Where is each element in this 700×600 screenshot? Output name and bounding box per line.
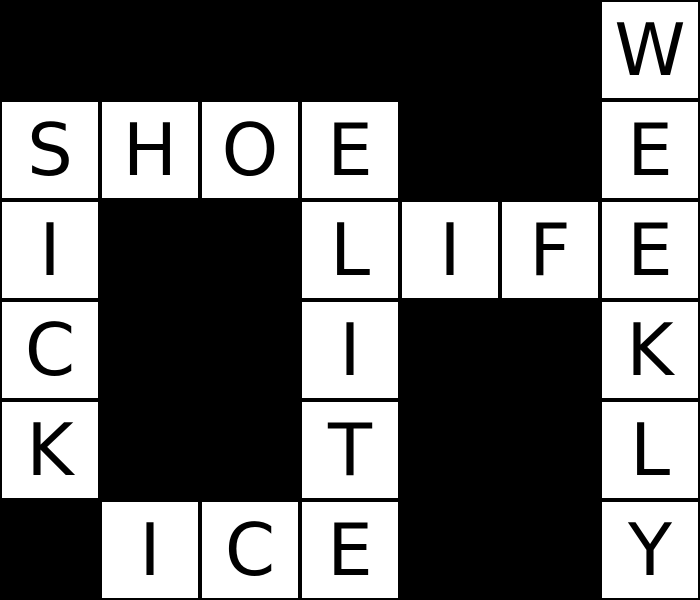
black-square (500, 300, 600, 400)
black-square (400, 500, 500, 600)
black-square (500, 400, 600, 500)
cell-letter: E (327, 508, 373, 592)
cell-letter: I (139, 508, 161, 592)
letter-cell[interactable]: S (0, 100, 100, 200)
cell-letter: L (629, 408, 671, 492)
cell-letter: S (27, 108, 73, 192)
black-square (200, 0, 300, 100)
cell-letter: F (529, 208, 571, 292)
cell-letter: T (328, 408, 372, 492)
cell-letter: C (224, 508, 276, 592)
letter-cell[interactable]: C (200, 500, 300, 600)
letter-cell[interactable]: C (0, 300, 100, 400)
black-square (400, 100, 500, 200)
letter-cell[interactable]: I (400, 200, 500, 300)
cell-letter: K (626, 308, 674, 392)
black-square (400, 0, 500, 100)
black-square (200, 300, 300, 400)
black-square (100, 400, 200, 500)
letter-cell[interactable]: E (600, 100, 700, 200)
black-square (500, 100, 600, 200)
cell-letter: E (327, 108, 373, 192)
black-square (200, 200, 300, 300)
letter-cell[interactable]: I (300, 300, 400, 400)
letter-cell[interactable]: E (300, 100, 400, 200)
cell-letter: E (627, 108, 673, 192)
cell-letter: K (26, 408, 74, 492)
black-square (400, 300, 500, 400)
black-square (100, 0, 200, 100)
crossword-grid: WSHOEEILIFECIKKTLICEY (0, 0, 700, 600)
cell-letter: E (627, 208, 673, 292)
letter-cell[interactable]: I (100, 500, 200, 600)
cell-letter: H (122, 108, 178, 192)
letter-cell[interactable]: F (500, 200, 600, 300)
cell-letter: O (221, 108, 279, 192)
black-square (100, 200, 200, 300)
cell-letter: I (39, 208, 61, 292)
black-square (0, 0, 100, 100)
letter-cell[interactable]: L (600, 400, 700, 500)
letter-cell[interactable]: E (600, 200, 700, 300)
black-square (100, 300, 200, 400)
letter-cell[interactable]: W (600, 0, 700, 100)
black-square (400, 400, 500, 500)
letter-cell[interactable]: K (0, 400, 100, 500)
black-square (200, 400, 300, 500)
letter-cell[interactable]: I (0, 200, 100, 300)
cell-letter: I (439, 208, 461, 292)
letter-cell[interactable]: O (200, 100, 300, 200)
letter-cell[interactable]: K (600, 300, 700, 400)
cell-letter: L (329, 208, 371, 292)
cell-letter: I (339, 308, 361, 392)
cell-letter: W (614, 8, 686, 92)
letter-cell[interactable]: Y (600, 500, 700, 600)
letter-cell[interactable]: E (300, 500, 400, 600)
cell-letter: Y (628, 508, 672, 592)
letter-cell[interactable]: L (300, 200, 400, 300)
letter-cell[interactable]: H (100, 100, 200, 200)
letter-cell[interactable]: T (300, 400, 400, 500)
black-square (300, 0, 400, 100)
black-square (500, 0, 600, 100)
black-square (500, 500, 600, 600)
cell-letter: C (24, 308, 76, 392)
black-square (0, 500, 100, 600)
